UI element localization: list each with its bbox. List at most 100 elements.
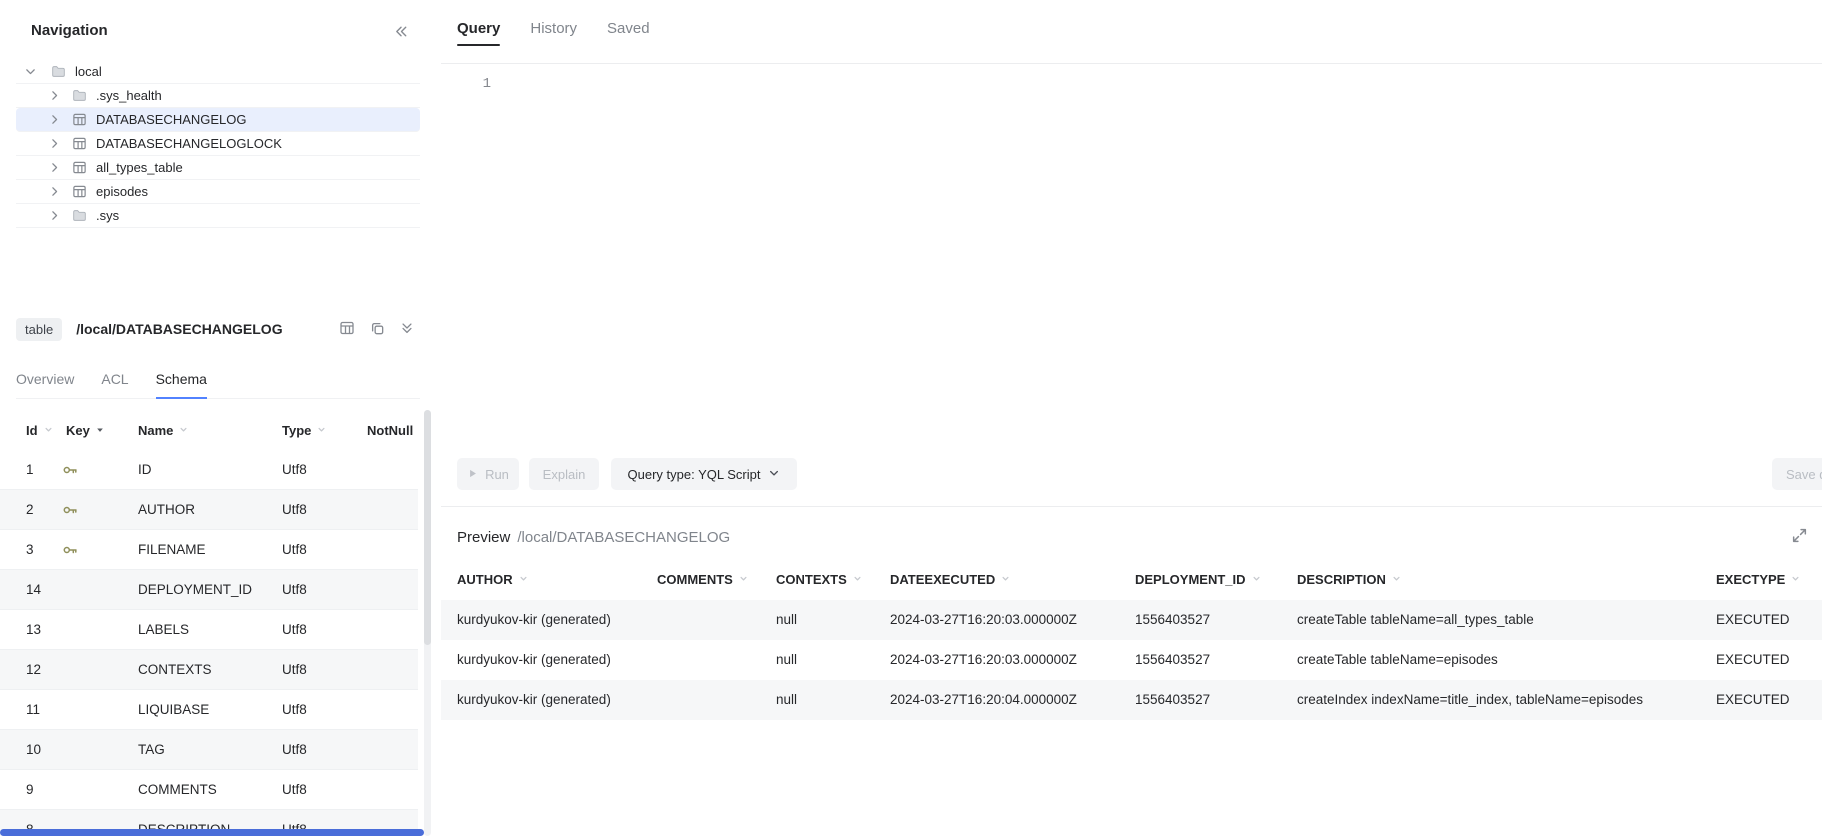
schema-row[interactable]: 11 LIQUIBASE Utf8 [0,690,418,730]
entity-header: table /local/DATABASECHANGELOG [16,312,420,346]
schema-table: Id Key Name Type NotNull 1 ID Utf8 2 AUT… [0,410,418,836]
key-icon [62,502,78,521]
column-header-exectype[interactable]: EXECTYPE [1716,558,1801,600]
schema-row[interactable]: 10 TAG Utf8 [0,730,418,770]
tree-item-label: local [75,64,102,79]
tree-item-databasechangeloglock[interactable]: DATABASECHANGELOGLOCK [16,132,420,156]
tab-saved[interactable]: Saved [607,20,650,46]
preview-table-body: kurdyukov-kir (generated) null 2024-03-2… [441,600,1822,720]
tree-item-local[interactable]: local [16,60,420,84]
preview-table: AUTHOR COMMENTS CONTEXTS DATEEXECUTED DE… [441,558,1822,720]
copy-icon [370,321,385,339]
tab-schema[interactable]: Schema [156,362,207,398]
entity-type-badge: table [16,318,62,341]
query-editor[interactable]: 1 [441,64,1822,456]
schema-table-body: 1 ID Utf8 2 AUTHOR Utf8 3 FILENAME Utf8 [0,450,418,836]
tree-item-label: .sys_health [96,88,162,103]
schema-row[interactable]: 9 COMMENTS Utf8 [0,770,418,810]
table-icon [72,160,88,175]
explain-button[interactable]: Explain [529,458,599,490]
column-header-name[interactable]: Name [138,410,189,450]
tree-item-label: all_types_table [96,160,183,175]
query-tabs: Query History Saved [457,20,650,46]
tree-item-label: .sys [96,208,119,223]
navigation-title: Navigation [31,22,108,39]
chevron-right-icon[interactable] [48,137,62,150]
preview-row[interactable]: kurdyukov-kir (generated) null 2024-03-2… [441,600,1822,640]
folder-icon [51,64,67,79]
fullscreen-button[interactable] [1791,527,1808,547]
sort-caret-icon [1000,572,1011,587]
column-header-description[interactable]: DESCRIPTION [1297,558,1402,600]
play-icon [467,467,478,482]
tree-item-sys[interactable]: .sys [16,204,420,228]
chevron-down-icon[interactable] [24,65,38,78]
tab-acl[interactable]: ACL [101,362,128,398]
table-icon [72,112,88,127]
entity-path: /local/DATABASECHANGELOG [76,321,282,337]
vertical-scrollbar[interactable] [424,410,431,836]
chevron-right-icon[interactable] [48,185,62,198]
column-header-key[interactable]: Key [66,410,105,450]
column-header-type[interactable]: Type [282,410,327,450]
table-icon [72,184,88,199]
chevron-right-icon[interactable] [48,209,62,222]
tab-overview[interactable]: Overview [16,362,74,398]
table-icon [72,136,88,151]
key-icon [62,462,78,481]
sort-caret-icon [1251,572,1262,587]
sort-caret-icon [178,423,189,438]
chevron-double-left-icon [394,27,409,42]
chevron-right-icon[interactable] [48,113,62,126]
query-type-dropdown[interactable]: Query type: YQL Script [611,458,797,490]
schema-row[interactable]: 14 DEPLOYMENT_ID Utf8 [0,570,418,610]
column-header-dateexecuted[interactable]: DATEEXECUTED [890,558,1011,600]
save-query-button[interactable]: Save query [1772,458,1822,490]
schema-row[interactable]: 13 LABELS Utf8 [0,610,418,650]
expand-actions-button[interactable] [400,320,414,339]
chevron-down-icon [768,467,780,482]
schema-table-header: Id Key Name Type NotNull [0,410,418,450]
copy-path-button[interactable] [370,320,385,339]
tab-history[interactable]: History [530,20,577,46]
schema-row[interactable]: 2 AUTHOR Utf8 [0,490,418,530]
preview-header: Preview /local/DATABASECHANGELOG [457,522,1808,552]
tree-item-label: episodes [96,184,148,199]
editor-line-number: 1 [471,76,491,92]
sort-caret-icon [518,572,529,587]
chevron-right-icon[interactable] [48,161,62,174]
key-icon [62,542,78,561]
table-icon [339,320,355,339]
tree-item-all-types-table[interactable]: all_types_table [16,156,420,180]
column-header-contexts[interactable]: CONTEXTS [776,558,863,600]
scrollbar-thumb[interactable] [424,410,431,645]
tree-item-episodes[interactable]: episodes [16,180,420,204]
tree-item-sys-health[interactable]: .sys_health [16,84,420,108]
tree-item-label: DATABASECHANGELOGLOCK [96,136,282,151]
chevron-right-icon[interactable] [48,89,62,102]
column-header-deployment-id[interactable]: DEPLOYMENT_ID [1135,558,1262,600]
column-header-notnull[interactable]: NotNull [367,410,413,450]
tree-item-databasechangelog[interactable]: DATABASECHANGELOG [16,108,420,132]
schema-tree: local .sys_health DATABASECHANGELOG DATA… [16,60,420,228]
horizontal-scrollbar[interactable] [0,829,424,836]
preview-path: /local/DATABASECHANGELOG [517,529,730,546]
column-header-id[interactable]: Id [26,410,54,450]
query-toolbar: Run Explain Query type: YQL Script Save … [457,458,1822,490]
column-header-comments[interactable]: COMMENTS [657,558,749,600]
tab-query[interactable]: Query [457,20,500,46]
run-button[interactable]: Run [457,458,519,490]
preview-title: Preview [457,529,510,546]
schema-row[interactable]: 3 FILENAME Utf8 [0,530,418,570]
query-panel: Query History Saved 1 Run Explain Query … [441,0,1822,836]
preview-row[interactable]: kurdyukov-kir (generated) null 2024-03-2… [441,680,1822,720]
app-root: Navigation local .sys_health DATABASECHA… [0,0,1822,836]
open-preview-button[interactable] [339,320,355,339]
schema-row[interactable]: 1 ID Utf8 [0,450,418,490]
column-header-author[interactable]: AUTHOR [457,558,529,600]
schema-row[interactable]: 12 CONTEXTS Utf8 [0,650,418,690]
preview-row[interactable]: kurdyukov-kir (generated) null 2024-03-2… [441,640,1822,680]
sort-caret-icon [852,572,863,587]
sort-caret-icon [43,423,54,438]
collapse-panel-button[interactable] [392,22,411,44]
